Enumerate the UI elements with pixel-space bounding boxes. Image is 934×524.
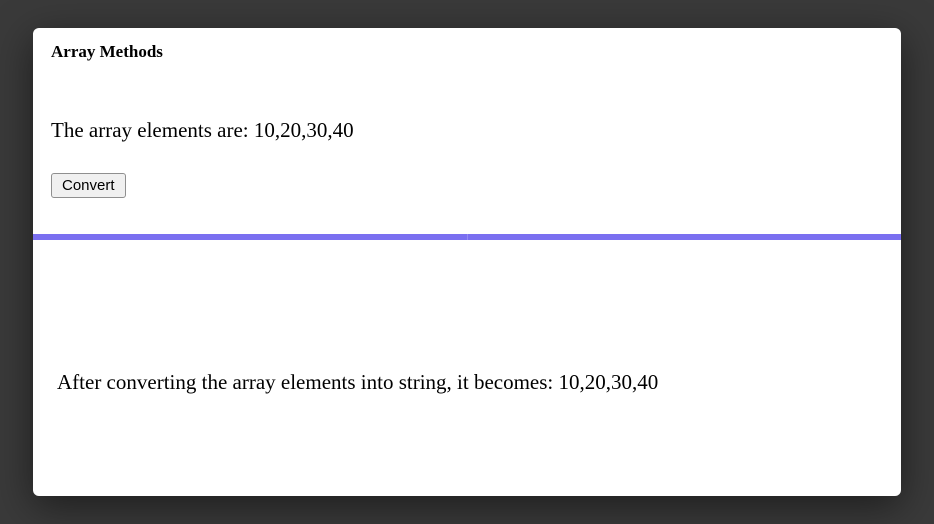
content-window: Array Methods The array elements are: 10… <box>33 28 901 496</box>
convert-button[interactable]: Convert <box>51 173 126 198</box>
page-title: Array Methods <box>51 42 883 62</box>
array-elements-text: The array elements are: 10,20,30,40 <box>51 118 883 143</box>
divider <box>33 234 901 240</box>
result-text: After converting the array elements into… <box>51 370 883 395</box>
